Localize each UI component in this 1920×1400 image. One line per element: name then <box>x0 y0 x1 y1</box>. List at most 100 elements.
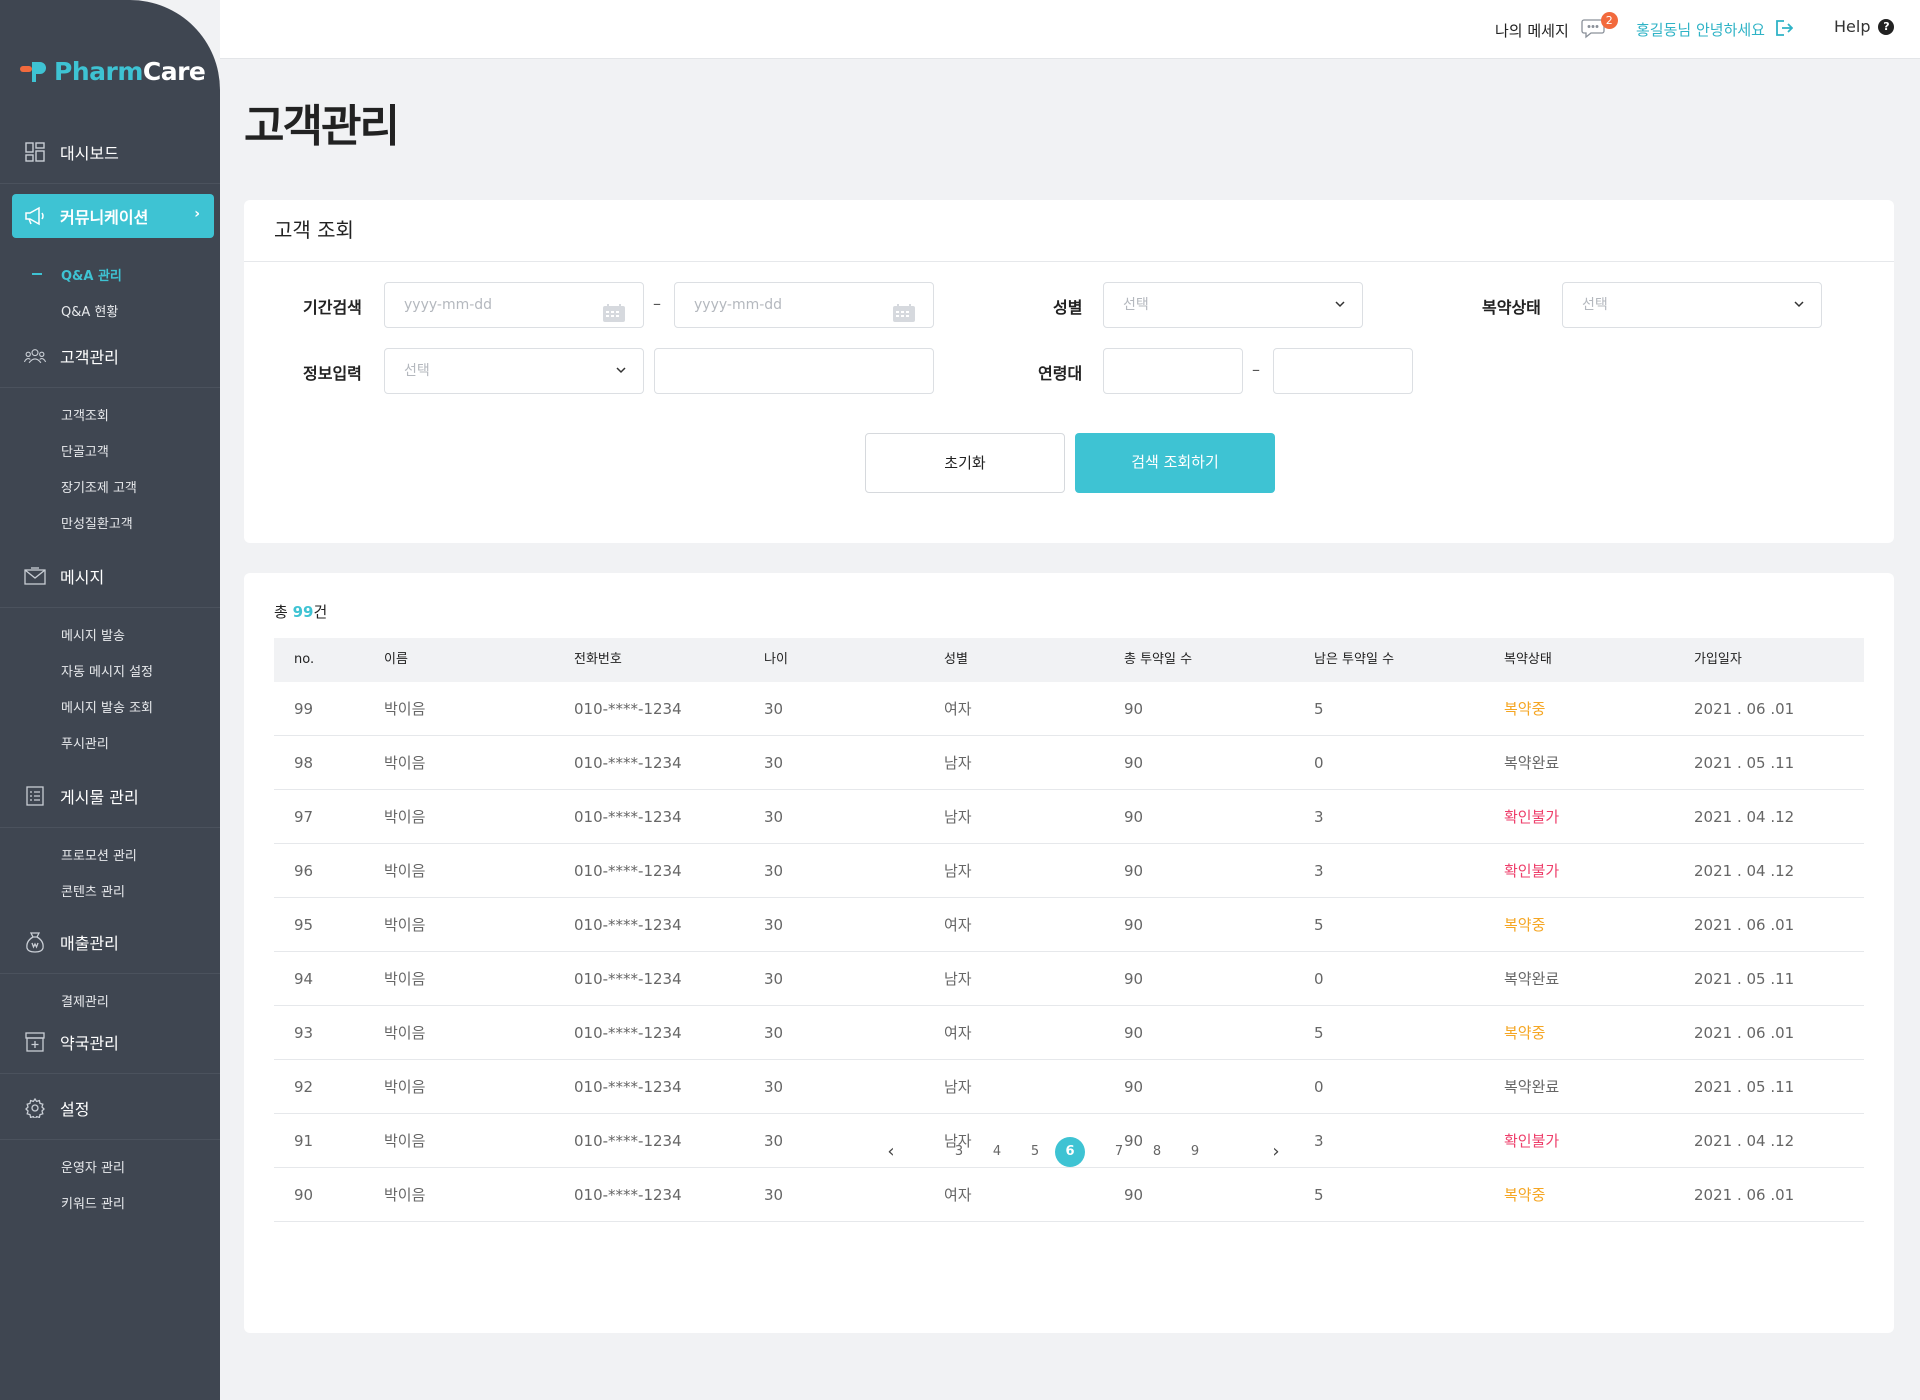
reset-button[interactable]: 초기화 <box>865 433 1065 493</box>
cell-join-date: 2021 . 06 .01 <box>1694 1186 1795 1204</box>
column-header-gender[interactable]: 성별 <box>944 638 968 682</box>
sidebar-item-messages[interactable]: 메시지 <box>0 544 220 608</box>
page-button[interactable]: 9 <box>1180 1137 1210 1167</box>
money-bag-icon <box>24 931 46 953</box>
gender-select[interactable]: 선택 <box>1103 282 1363 328</box>
page-button[interactable]: 4 <box>982 1137 1012 1167</box>
column-header-age[interactable]: 나이 <box>764 638 788 682</box>
cell-total-days: 90 <box>1124 970 1144 988</box>
my-messages-link[interactable]: 나의 메세지 2 <box>1495 12 1618 42</box>
column-header-phone[interactable]: 전화번호 <box>574 638 622 682</box>
cell-gender: 여자 <box>944 1024 972 1042</box>
page-button[interactable]: 7 <box>1104 1137 1134 1167</box>
message-count-badge: 2 <box>1600 12 1618 29</box>
sidebar-subitem-chronic-customers[interactable]: 만성질환고객 <box>0 504 220 540</box>
cell-phone: 010-****-1234 <box>574 1024 682 1042</box>
table-row[interactable]: 90 박이음 010-****-1234 30 여자 90 5 복약중 2021 . 06 .0… <box>274 1168 1864 1222</box>
search-submit-button[interactable]: 검색 조회하기 <box>1075 433 1275 493</box>
cell-gender: 여자 <box>944 700 972 718</box>
cell-join-date: 2021 . 05 .11 <box>1694 970 1795 988</box>
total-count: 총 99건 <box>274 601 327 622</box>
sidebar-subitem-long-term-customers[interactable]: 장기조제 고객 <box>0 468 220 504</box>
next-page-button[interactable]: › <box>1261 1137 1291 1167</box>
megaphone-icon <box>24 205 46 227</box>
current-page-button[interactable]: 6 <box>1055 1137 1085 1167</box>
cell-status: 복약중 <box>1504 1024 1546 1042</box>
cell-age: 30 <box>764 754 784 772</box>
column-header-no[interactable]: no. <box>294 638 314 682</box>
sidebar-subitem-message-history[interactable]: 메시지 발송 조회 <box>0 688 220 724</box>
prev-page-button[interactable]: ‹ <box>876 1137 906 1167</box>
table-row[interactable]: 98 박이음 010-****-1234 30 남자 90 0 복약완료 2021 . 05 .… <box>274 736 1864 790</box>
gear-icon <box>24 1097 46 1119</box>
info-text-input[interactable] <box>654 348 934 394</box>
info-type-select-value: 선택 <box>404 363 430 379</box>
cell-remaining-days: 3 <box>1314 862 1324 880</box>
sidebar-subitem-customer-search[interactable]: 고객조회 <box>0 396 220 432</box>
help-link[interactable]: Help ? <box>1834 17 1895 36</box>
sidebar-subitem-keywords[interactable]: 키워드 관리 <box>0 1184 220 1220</box>
column-header-remaining-days[interactable]: 남은 투약일 수 <box>1314 638 1394 682</box>
cell-total-days: 90 <box>1124 862 1144 880</box>
table-row[interactable]: 97 박이음 010-****-1234 30 남자 90 3 확인불가 2021 . 04 .… <box>274 790 1864 844</box>
cell-gender: 여자 <box>944 916 972 934</box>
info-type-select[interactable]: 선택 <box>384 348 644 394</box>
sidebar-item-label: 메시지 <box>60 567 105 587</box>
brand-logo[interactable]: PharmCare <box>18 56 206 86</box>
sidebar-subitem-operators[interactable]: 운영자 관리 <box>0 1148 220 1184</box>
sidebar-subitem-promotions[interactable]: 프로모션 관리 <box>0 836 220 872</box>
cell-gender: 남자 <box>944 1078 972 1096</box>
column-header-join-date[interactable]: 가입일자 <box>1694 638 1742 682</box>
start-date-placeholder: yyyy-mm-dd <box>404 297 493 313</box>
column-header-name[interactable]: 이름 <box>384 638 408 682</box>
column-header-status[interactable]: 복약상태 <box>1504 638 1552 682</box>
cell-status: 확인불가 <box>1504 862 1560 880</box>
start-date-input[interactable]: yyyy-mm-dd <box>384 282 644 328</box>
end-date-input[interactable]: yyyy-mm-dd <box>674 282 934 328</box>
table-row[interactable]: 95 박이음 010-****-1234 30 여자 90 5 복약중 2021 . 06 .0… <box>274 898 1864 952</box>
medication-status-select[interactable]: 선택 <box>1562 282 1822 328</box>
sidebar-item-posts[interactable]: 게시물 관리 <box>0 764 220 828</box>
table-row[interactable]: 92 박이음 010-****-1234 30 남자 90 0 복약완료 2021 . 05 .… <box>274 1060 1864 1114</box>
age-range-label: 연령대 <box>1038 364 1083 383</box>
sidebar-submenu: 메시지 발송 자동 메시지 설정 메시지 발송 조회 푸시관리 <box>0 608 220 774</box>
user-greeting-link[interactable]: 홍길동님 안녕하세요 <box>1636 19 1794 40</box>
age-min-input[interactable] <box>1103 348 1243 394</box>
sidebar-subitem-qna-status[interactable]: Q&A 현황 <box>0 292 220 328</box>
sidebar-item-settings[interactable]: 설정 <box>0 1076 220 1140</box>
calendar-icon[interactable] <box>603 296 625 322</box>
cell-gender: 남자 <box>944 862 972 880</box>
my-messages-label: 나의 메세지 <box>1495 21 1569 40</box>
page-button[interactable]: 3 <box>944 1137 974 1167</box>
sidebar-subitem-auto-message[interactable]: 자동 메시지 설정 <box>0 652 220 688</box>
sidebar-item-label: 고객관리 <box>60 347 119 367</box>
table-row[interactable]: 96 박이음 010-****-1234 30 남자 90 3 확인불가 2021 . 04 .… <box>274 844 1864 898</box>
logout-icon[interactable] <box>1775 19 1794 40</box>
sidebar-subitem-send-message[interactable]: 메시지 발송 <box>0 616 220 652</box>
table-row[interactable]: 93 박이음 010-****-1234 30 여자 90 5 복약중 2021 . 06 .0… <box>274 1006 1864 1060</box>
sidebar-item-pharmacy[interactable]: 약국관리 <box>0 1010 220 1074</box>
sidebar-subitem-qna-manage[interactable]: Q&A 관리 <box>0 256 220 292</box>
page-button[interactable]: 8 <box>1142 1137 1172 1167</box>
cell-name: 박이음 <box>384 970 426 988</box>
age-range-dash: – <box>1252 360 1260 379</box>
column-header-total-days[interactable]: 총 투약일 수 <box>1124 638 1192 682</box>
cell-phone: 010-****-1234 <box>574 1078 682 1096</box>
page-button[interactable]: 5 <box>1020 1137 1050 1167</box>
cell-no: 97 <box>294 808 314 826</box>
sidebar-subitem-regular-customers[interactable]: 단골고객 <box>0 432 220 468</box>
calendar-icon[interactable] <box>893 296 915 322</box>
sidebar-item-dashboard[interactable]: 대시보드 <box>0 120 220 184</box>
sidebar-item-communication[interactable]: 커뮤니케이션 › <box>12 194 214 238</box>
table-row[interactable]: 99 박이음 010-****-1234 30 여자 90 5 복약중 2021 . 06 .0… <box>274 682 1864 736</box>
envelope-icon <box>24 565 46 587</box>
age-max-input[interactable] <box>1273 348 1413 394</box>
sidebar-item-customers[interactable]: 고객관리 <box>0 324 220 388</box>
cell-status: 복약중 <box>1504 1186 1546 1204</box>
sidebar-subitem-push-manage[interactable]: 푸시관리 <box>0 724 220 760</box>
sidebar-subitem-contents[interactable]: 콘텐츠 관리 <box>0 872 220 908</box>
sidebar-item-sales[interactable]: 매출관리 <box>0 910 220 974</box>
cell-gender: 남자 <box>944 754 972 772</box>
sidebar-submenu: 프로모션 관리 콘텐츠 관리 <box>0 828 220 922</box>
table-row[interactable]: 94 박이음 010-****-1234 30 남자 90 0 복약완료 2021 . 05 .… <box>274 952 1864 1006</box>
